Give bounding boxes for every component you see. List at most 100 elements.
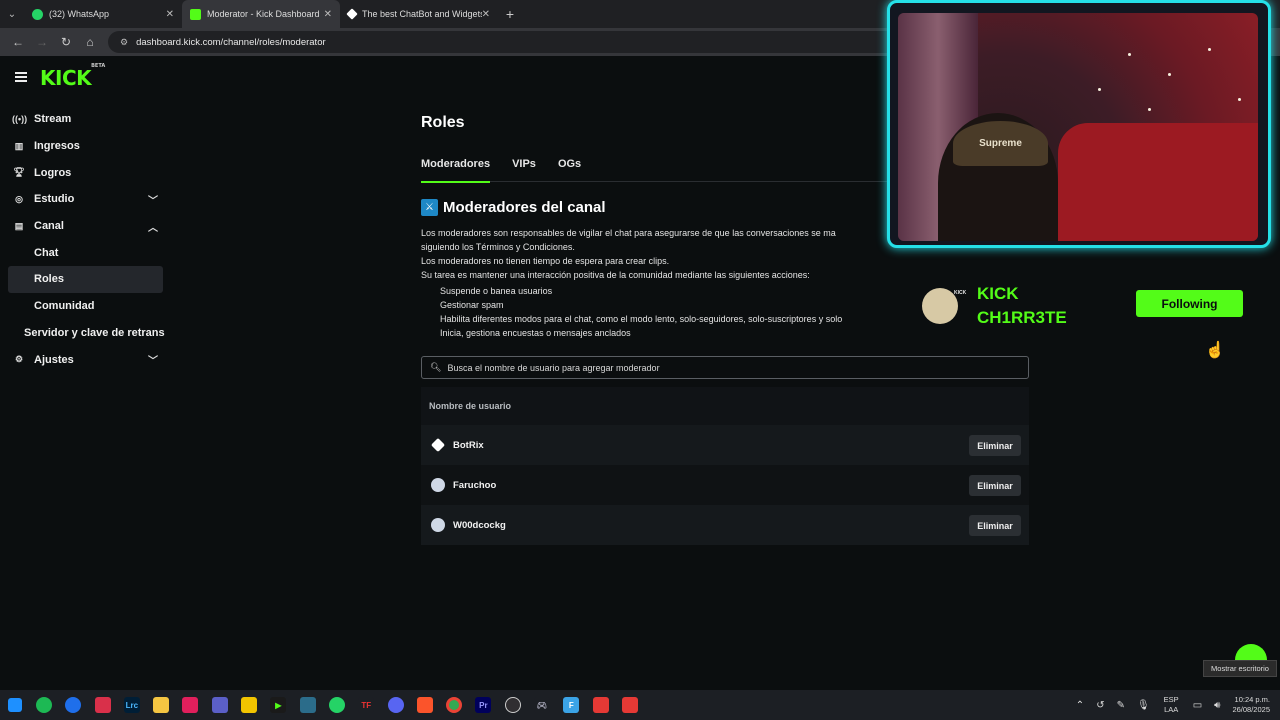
- list-item: Inicia, gestiona encuestas o mensajes an…: [440, 326, 900, 340]
- webcam-dot: [1128, 53, 1131, 56]
- url-text: dashboard.kick.com/channel/roles/moderat…: [136, 36, 326, 48]
- chevron-down-icon: ﹀: [148, 356, 158, 368]
- microphone-icon[interactable]: 🎙︎: [1137, 700, 1150, 711]
- discord-icon[interactable]: [381, 690, 410, 720]
- chevron-up-icon: ︿: [148, 222, 158, 234]
- gamepad-icon[interactable]: 🎮︎: [527, 690, 556, 720]
- list-item: Suspende o banea usuarios: [440, 284, 900, 298]
- tray-chevron-up-icon[interactable]: ⌃: [1076, 700, 1084, 711]
- tab-search-chevron-icon[interactable]: ⌄: [0, 0, 24, 28]
- sidebar-item-label: Ingresos: [34, 140, 80, 153]
- username[interactable]: W00dcockg: [453, 520, 506, 531]
- tab-moderadores[interactable]: Moderadores: [421, 158, 491, 183]
- username[interactable]: BotRix: [453, 440, 484, 451]
- browser-tab-whatsapp[interactable]: (32) WhatsApp ✕: [24, 0, 182, 28]
- sidebar-item-label: Chat: [34, 246, 59, 259]
- app-red1-icon[interactable]: [586, 690, 615, 720]
- broadcast-icon: ((•)): [12, 114, 28, 125]
- spotify-icon[interactable]: [29, 690, 58, 720]
- sidebar-item-stream[interactable]: ((•)) Stream: [0, 106, 172, 133]
- chrome-icon[interactable]: [439, 690, 468, 720]
- app-tf-icon[interactable]: TF: [352, 690, 381, 720]
- webcam-dot: [1208, 48, 1211, 51]
- close-tab-icon[interactable]: ✕: [324, 9, 332, 20]
- sidebar-item-servidor[interactable]: Servidor y clave de retrans: [0, 320, 172, 347]
- network-icon[interactable]: ▭: [1193, 700, 1202, 711]
- site-info-icon[interactable]: ⚙: [120, 37, 128, 48]
- webcam-overlay-frame: Supreme: [887, 0, 1271, 248]
- sidebar-item-label: Logros: [34, 166, 72, 179]
- botrix-avatar-icon: [430, 437, 446, 453]
- user-avatar-icon: [431, 478, 445, 492]
- app-green-arrow-icon[interactable]: ▶: [264, 690, 293, 720]
- volume-icon[interactable]: 🔊︎: [1214, 700, 1220, 711]
- sidebar-item-logros[interactable]: 🏆︎ Logros: [0, 159, 172, 186]
- clock-time: 10:24 p.m.: [1234, 695, 1270, 704]
- language-indicator[interactable]: ESP LAA: [1164, 695, 1179, 715]
- description-line: siguiendo los Términos y Condiciones.: [421, 242, 575, 252]
- remove-moderator-button[interactable]: Eliminar: [969, 435, 1021, 456]
- username[interactable]: Faruchoo: [453, 480, 496, 491]
- clock-date: 26/08/2025: [1232, 705, 1270, 714]
- tab-title: (32) WhatsApp: [49, 9, 110, 19]
- tray-app-icon[interactable]: ↺: [1096, 700, 1104, 711]
- section-header: ⚔ Moderadores del canal: [421, 199, 606, 216]
- webcam-bed: [1058, 123, 1258, 241]
- hamburger-menu-icon[interactable]: [15, 72, 27, 82]
- address-bar[interactable]: ⚙ dashboard.kick.com/channel/roles/moder…: [108, 31, 898, 53]
- webcam-cap: Supreme: [953, 121, 1048, 166]
- sidebar-item-canal[interactable]: ▤ Canal ︿: [0, 213, 172, 240]
- following-button[interactable]: Following: [1136, 290, 1243, 317]
- kick-logo[interactable]: KICKBETA: [40, 63, 105, 90]
- app-blue-icon[interactable]: [59, 690, 88, 720]
- table-row: W00dcockg Eliminar: [421, 505, 1029, 545]
- new-tab-plus-icon[interactable]: +: [498, 6, 522, 22]
- table-row: Faruchoo Eliminar: [421, 465, 1029, 505]
- roles-tabs: Moderadores VIPs OGs: [421, 158, 901, 183]
- moderator-search-input[interactable]: 🔍︎ Busca el nombre de usuario para agreg…: [421, 356, 1029, 379]
- back-arrow-icon[interactable]: ←: [6, 35, 30, 49]
- webcam-dot: [1238, 98, 1241, 101]
- sidebar-nav: ((•)) Stream ▥ Ingresos 🏆︎ Logros ◎ Estu…: [0, 106, 172, 373]
- app-f-icon[interactable]: F: [557, 690, 586, 720]
- browser-tab-botrix[interactable]: The best ChatBot and Widgets ✕: [340, 0, 498, 28]
- file-explorer-icon[interactable]: [146, 690, 175, 720]
- tab-vips[interactable]: VIPs: [512, 158, 536, 182]
- app-teal-icon[interactable]: [293, 690, 322, 720]
- windows-start-icon[interactable]: [0, 690, 29, 720]
- sidebar-item-ingresos[interactable]: ▥ Ingresos: [0, 133, 172, 160]
- table-row: BotRix Eliminar: [421, 425, 1029, 465]
- tiktok-icon[interactable]: [176, 690, 205, 720]
- sidebar-item-comunidad[interactable]: Comunidad: [0, 293, 172, 320]
- brave-icon[interactable]: [410, 690, 439, 720]
- chart-icon: ▥: [14, 140, 24, 151]
- app-yellow-icon[interactable]: [234, 690, 263, 720]
- reload-icon[interactable]: ↻: [54, 35, 78, 49]
- whatsapp-taskbar-icon[interactable]: [322, 690, 351, 720]
- sidebar-item-label: Ajustes: [34, 353, 74, 366]
- premiere-icon[interactable]: Pr: [469, 690, 498, 720]
- sidebar-item-ajustes[interactable]: ⚙ Ajustes ﹀: [0, 346, 172, 373]
- clock[interactable]: 10:24 p.m. 26/08/2025: [1232, 695, 1270, 715]
- sidebar-item-label: Estudio: [34, 193, 75, 206]
- remove-moderator-button[interactable]: Eliminar: [969, 475, 1021, 496]
- tab-ogs[interactable]: OGs: [558, 158, 581, 182]
- browser-tab-kick[interactable]: Moderator - Kick Dashboard ✕: [182, 0, 340, 28]
- close-tab-icon[interactable]: ✕: [482, 9, 490, 20]
- lrc-icon[interactable]: Lrc: [117, 690, 146, 720]
- sidebar-item-estudio[interactable]: ◎ Estudio ﹀: [0, 186, 172, 213]
- teams-icon[interactable]: [205, 690, 234, 720]
- obs-icon[interactable]: [498, 690, 527, 720]
- tray-pen-icon[interactable]: ✎: [1117, 700, 1125, 711]
- app-red-icon[interactable]: [88, 690, 117, 720]
- sidebar-item-roles[interactable]: Roles: [8, 266, 163, 293]
- remove-moderator-button[interactable]: Eliminar: [969, 515, 1021, 536]
- forward-arrow-icon[interactable]: →: [30, 35, 54, 49]
- page-title: Roles: [421, 114, 465, 131]
- home-icon[interactable]: ⌂: [78, 35, 102, 49]
- tab-title: Moderator - Kick Dashboard: [207, 9, 320, 19]
- sidebar-item-chat[interactable]: Chat: [0, 239, 172, 266]
- app-red2-icon[interactable]: [615, 690, 644, 720]
- description-line: Su tarea es mantener una interacción pos…: [421, 270, 810, 280]
- close-tab-icon[interactable]: ✕: [166, 9, 174, 20]
